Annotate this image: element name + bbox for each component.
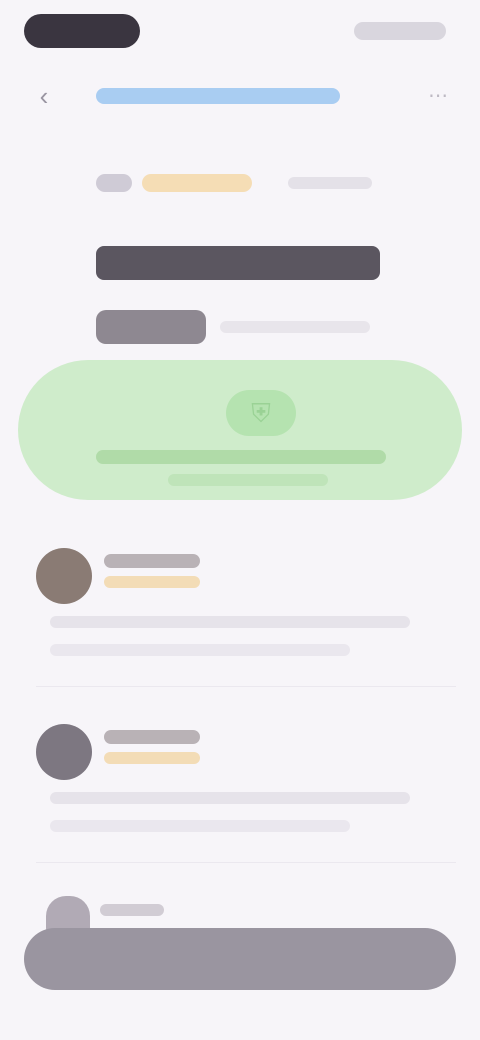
- more-icon[interactable]: ⋯: [424, 82, 452, 110]
- comment-text: [50, 644, 350, 656]
- chevron-left-icon[interactable]: ‹: [28, 80, 60, 112]
- comment-author[interactable]: [104, 554, 200, 568]
- avatar[interactable]: [36, 548, 92, 604]
- feature-subcaption: [168, 474, 328, 486]
- status-indicators: [354, 22, 446, 40]
- status-badge: [142, 174, 252, 192]
- category-tag[interactable]: [96, 174, 132, 192]
- feature-caption: [96, 450, 386, 464]
- author-chip[interactable]: [96, 310, 206, 344]
- comment-role: [104, 752, 200, 764]
- article-meta: [96, 170, 396, 196]
- primary-action-button[interactable]: [24, 928, 456, 990]
- divider: [36, 686, 456, 687]
- timestamp: [288, 177, 372, 189]
- divider: [36, 862, 456, 863]
- page-title: [96, 246, 380, 280]
- list-item[interactable]: [36, 724, 456, 874]
- byline: [96, 310, 386, 344]
- avatar[interactable]: [36, 724, 92, 780]
- shield-icon: ⛨: [226, 390, 296, 436]
- comment-role: [104, 576, 200, 588]
- comment-text: [50, 792, 410, 804]
- url-field[interactable]: [96, 88, 340, 104]
- status-bar: [0, 0, 480, 64]
- byline-text: [220, 321, 370, 333]
- status-time: [24, 14, 140, 48]
- feature-card[interactable]: ⛨: [18, 360, 462, 500]
- comment-author[interactable]: [104, 730, 200, 744]
- comment-text: [50, 616, 410, 628]
- footer-name: [100, 904, 164, 916]
- browser-toolbar: ‹ ⋯: [0, 76, 480, 116]
- list-item[interactable]: [36, 548, 456, 698]
- comment-text: [50, 820, 350, 832]
